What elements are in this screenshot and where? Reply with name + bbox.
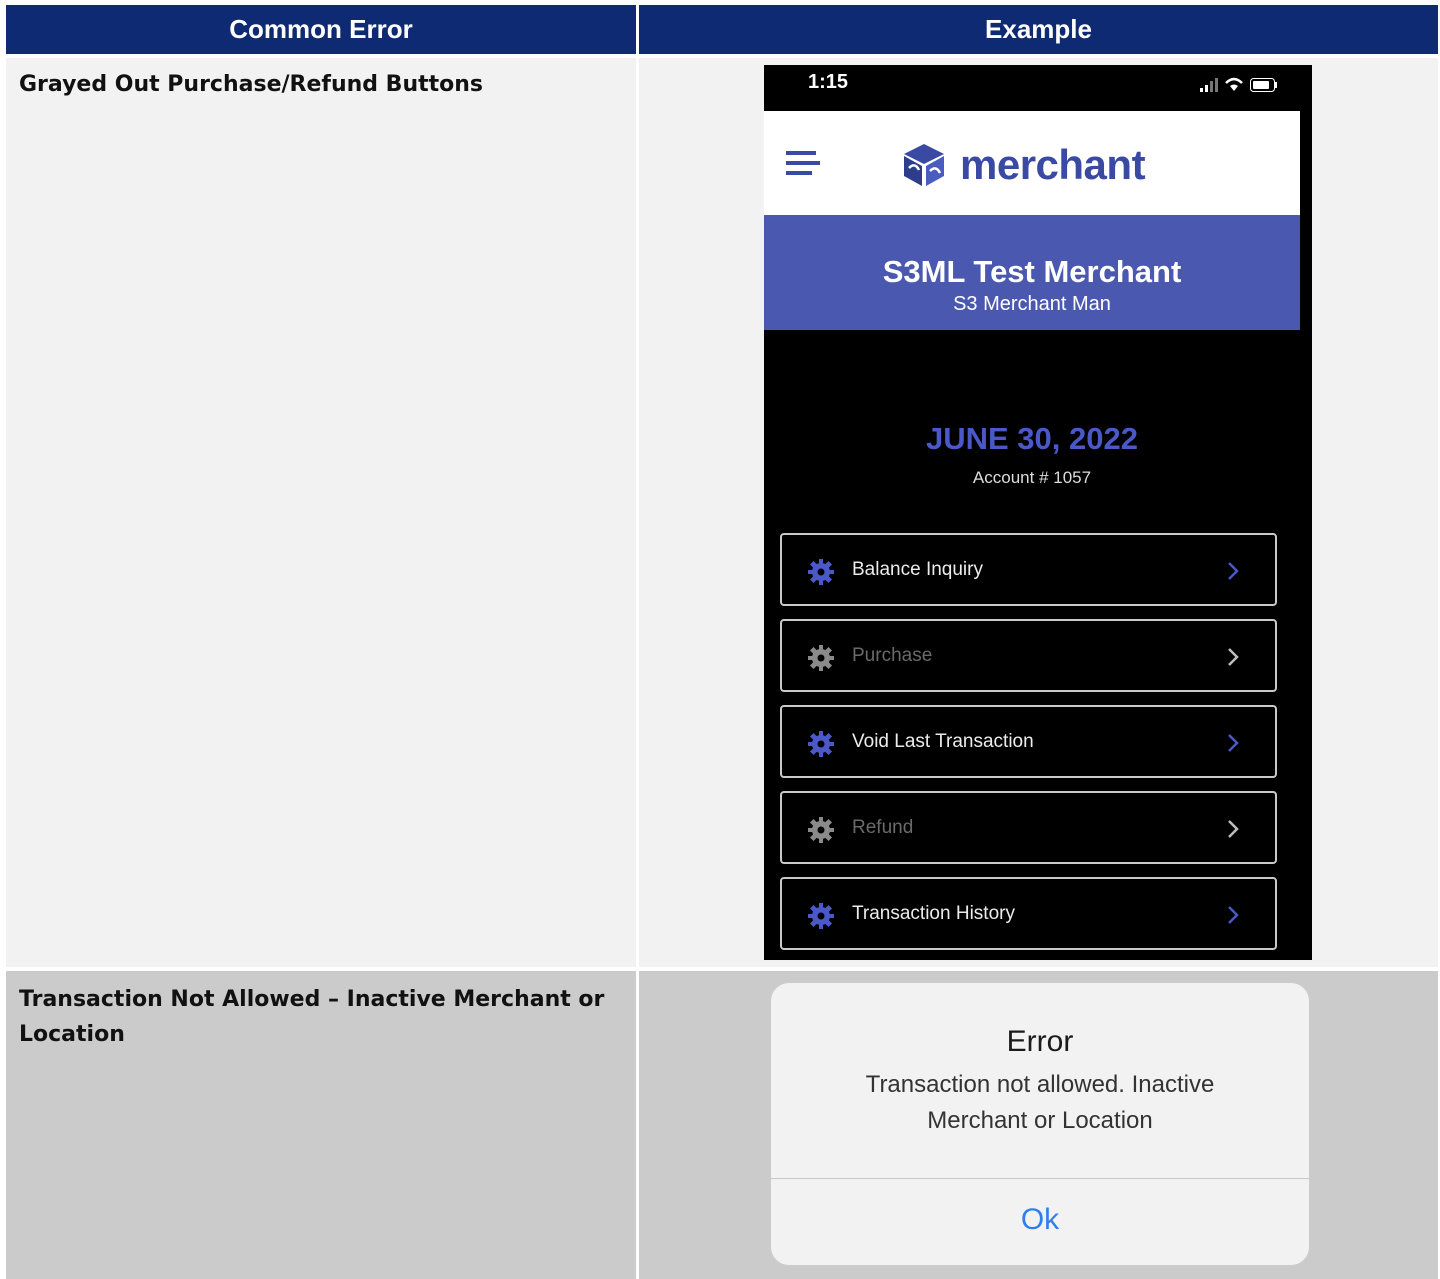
merchant-name: S3ML Test Merchant [882,254,1182,289]
logo-text: merchant [960,141,1146,188]
menu-item-void-last-transaction[interactable]: Void Last Transaction [780,705,1277,778]
menu-item-balance-inquiry[interactable]: Balance Inquiry [780,533,1277,606]
ok-button[interactable]: Ok [771,1203,1309,1237]
merchant-logo: merchant [900,141,1146,189]
menu-item-label: Refund [852,817,914,838]
signal-icon [1200,78,1218,92]
chevron-right-icon [1228,734,1239,752]
menu-item-label: Balance Inquiry [852,559,983,580]
menu-item-refund[interactable]: Refund [780,791,1277,864]
menu-icon[interactable] [786,151,820,177]
battery-icon [1250,78,1277,92]
chevron-right-icon [1228,820,1239,838]
cube-logo-icon [904,144,944,186]
dialog-divider [771,1178,1309,1179]
gear-icon [808,645,834,671]
chevron-right-icon [1228,648,1239,666]
row-1-error-cell [6,58,636,967]
chevron-right-icon [1228,906,1239,924]
menu-item-purchase[interactable]: Purchase [780,619,1277,692]
gear-icon [808,559,834,585]
menu-item-transaction-history[interactable]: Transaction History [780,877,1277,950]
header-common-error: Common Error [6,5,636,54]
merchant-subtitle: S3 Merchant Man [953,293,1111,315]
current-date: JUNE 30, 2022 [926,421,1138,456]
menu-item-label: Transaction History [852,903,1015,924]
row-2-label: Transaction Not Allowed – Inactive Merch… [19,987,605,1047]
wifi-icon [1225,77,1243,91]
app-header: merchant [764,111,1300,215]
status-bar: 1:15 [764,65,1312,111]
error-dialog: Error Transaction not allowed. Inactive … [771,983,1309,1265]
dialog-title: Error [1006,1025,1074,1058]
phone-screenshot: 1:15 merchant S3ML Test Merchant S3 Merc… [764,65,1312,960]
dialog-message: Transaction not allowed. Inactive Mercha… [865,1071,1215,1134]
status-time: 1:15 [808,71,849,93]
menu-item-label: Purchase [852,645,933,666]
account-number: Account # 1057 [972,468,1092,487]
gear-icon [808,817,834,843]
status-icons [1200,77,1278,92]
merchant-banner: S3ML Test Merchant S3 Merchant Man [764,215,1300,330]
header-example: Example [639,5,1438,54]
chevron-right-icon [1228,562,1239,580]
gear-icon [808,903,834,929]
row-1-label: Grayed Out Purchase/Refund Buttons [19,72,484,97]
menu-item-label: Void Last Transaction [852,731,1034,752]
gear-icon [808,731,834,757]
